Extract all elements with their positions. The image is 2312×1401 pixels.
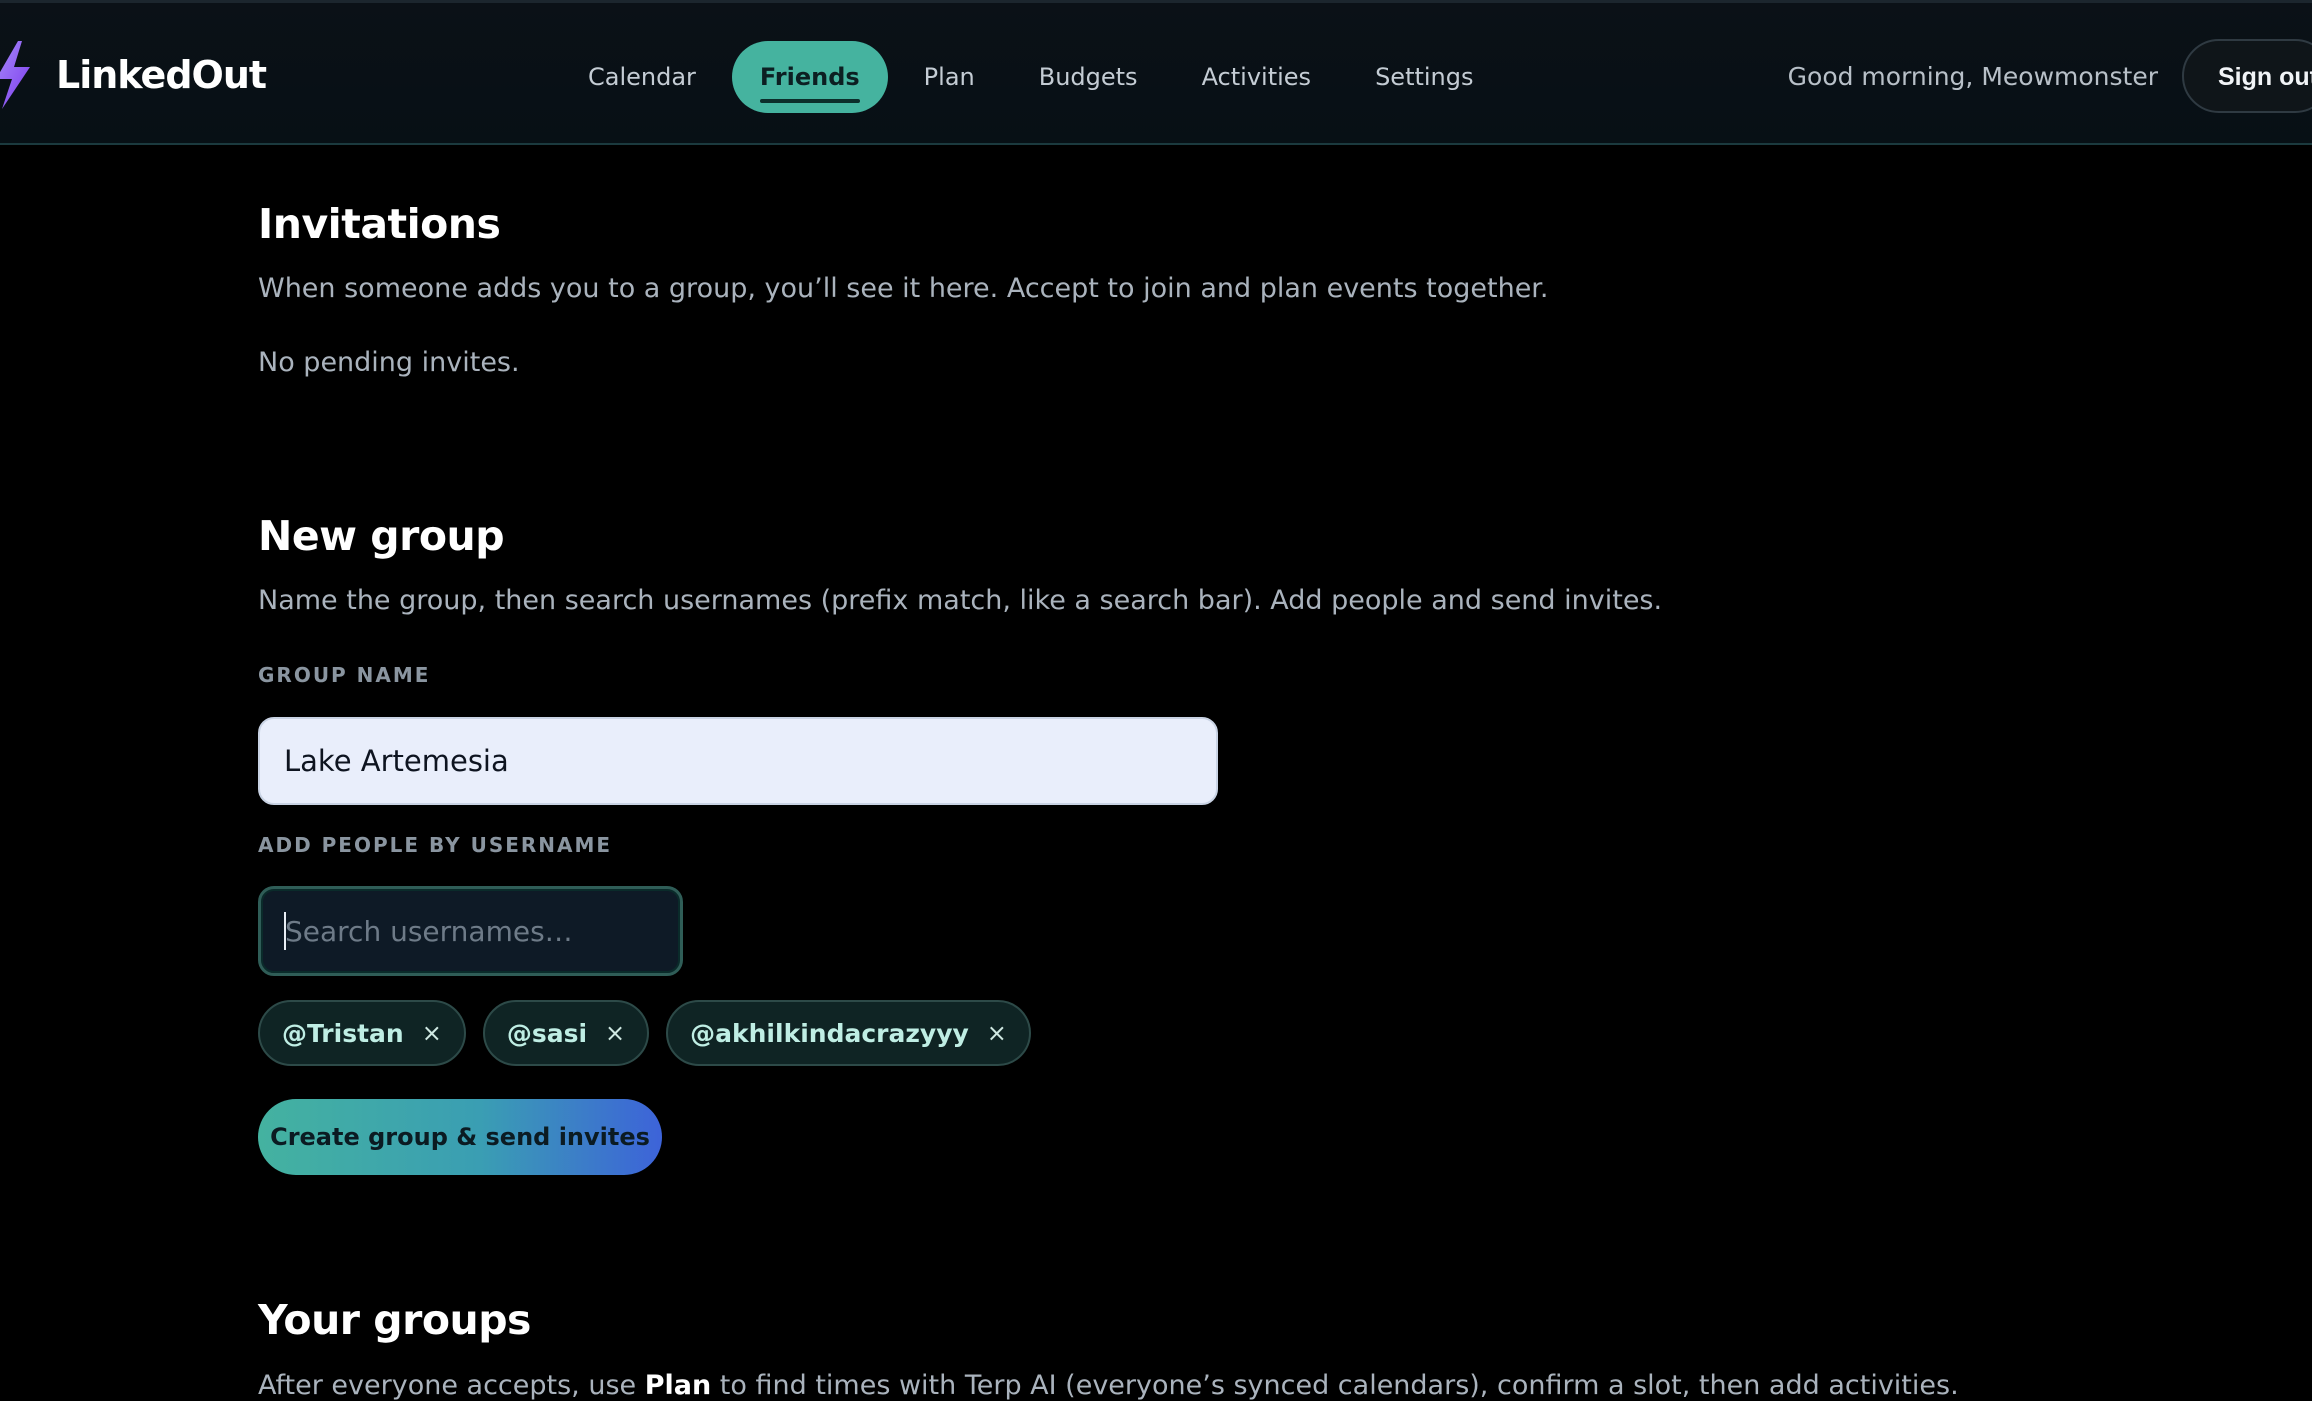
user-chip: @sasi × [482, 1000, 650, 1066]
sign-out-button[interactable]: Sign out [2182, 39, 2312, 113]
plan-link[interactable]: Plan [645, 1370, 712, 1401]
chip-label: @Tristan [282, 1018, 404, 1048]
new-group-title: New group [258, 512, 505, 560]
invitations-title: Invitations [258, 200, 501, 248]
group-name-input[interactable] [258, 717, 1218, 805]
close-icon[interactable]: × [422, 1019, 442, 1047]
invitations-description: When someone adds you to a group, you’ll… [258, 273, 1549, 304]
user-chip: @akhilkindacrazyyy × [666, 1000, 1031, 1066]
greeting-text: Good morning, Meowmonster [1787, 62, 2158, 91]
chip-label: @sasi [506, 1018, 588, 1048]
main-nav: Calendar Friends Plan Budgets Activities… [560, 41, 1510, 113]
new-group-description: Name the group, then search usernames (p… [258, 585, 1663, 616]
top-nav-bar: LinkedOut Calendar Friends Plan Budgets … [0, 0, 2312, 145]
group-name-label: GROUP NAME [258, 663, 431, 687]
app-name: LinkedOut [56, 53, 267, 97]
lightning-bolt-icon [0, 41, 30, 109]
create-group-button[interactable]: Create group & send invites [258, 1099, 662, 1175]
nav-friends[interactable]: Friends [731, 41, 888, 113]
description-suffix: to find times with Terp AI (everyone’s s… [711, 1370, 1959, 1401]
no-invites-text: No pending invites. [258, 347, 520, 378]
selected-users: @Tristan × @sasi × @akhilkindacrazyyy × [258, 1000, 1048, 1066]
description-prefix: After everyone accepts, use [258, 1370, 645, 1401]
close-icon[interactable]: × [605, 1019, 625, 1047]
nav-plan[interactable]: Plan [896, 41, 1003, 113]
nav-calendar[interactable]: Calendar [560, 41, 724, 113]
username-search-input[interactable] [258, 886, 683, 976]
nav-activities[interactable]: Activities [1174, 41, 1340, 113]
your-groups-title: Your groups [258, 1296, 531, 1344]
brand[interactable]: LinkedOut [0, 39, 267, 111]
chip-label: @akhilkindacrazyyy [690, 1018, 969, 1048]
user-chip: @Tristan × [258, 1000, 466, 1066]
nav-budgets[interactable]: Budgets [1011, 41, 1166, 113]
your-groups-description: After everyone accepts, use Plan to find… [258, 1370, 1959, 1401]
nav-settings[interactable]: Settings [1347, 41, 1501, 113]
close-icon[interactable]: × [987, 1019, 1007, 1047]
add-people-label: ADD PEOPLE BY USERNAME [258, 833, 613, 857]
text-caret [284, 912, 286, 950]
